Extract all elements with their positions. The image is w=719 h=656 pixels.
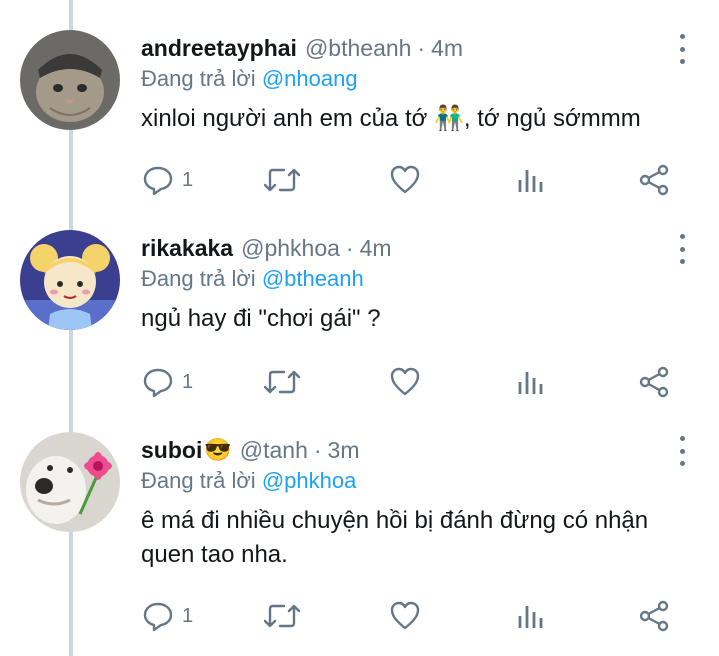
timestamp[interactable]: 4m <box>360 235 392 262</box>
more-vertical-icon[interactable] <box>675 436 689 466</box>
replying-to-line: Đang trả lời @phkhoa <box>141 468 356 494</box>
analytics-button[interactable] <box>515 160 547 200</box>
display-name[interactable]: andreetayphai <box>141 35 297 62</box>
avatar[interactable] <box>20 30 120 130</box>
analytics-bars-icon <box>518 606 543 628</box>
reply-button[interactable]: 1 <box>142 362 193 402</box>
cat-avatar-image <box>20 30 120 130</box>
replying-to-line: Đang trả lời @nhoang <box>141 66 358 92</box>
action-bar: 1 <box>0 160 719 200</box>
analytics-bars-icon <box>518 372 543 394</box>
display-name[interactable]: rikakaka <box>141 235 233 262</box>
retweet-button[interactable] <box>264 596 300 636</box>
cartoon-girl-avatar-image <box>20 230 120 330</box>
reply-bubble-icon <box>143 368 173 398</box>
reply-count: 1 <box>182 370 194 393</box>
reply-button[interactable]: 1 <box>142 596 193 636</box>
heart-icon <box>390 165 420 194</box>
share-button[interactable] <box>638 596 670 636</box>
analytics-button[interactable] <box>515 362 547 402</box>
retweet-icon <box>264 370 300 394</box>
replying-prefix: Đang trả lời <box>141 266 256 291</box>
action-bar: 1 <box>0 596 719 636</box>
more-vertical-icon[interactable] <box>675 234 689 264</box>
retweet-icon <box>264 168 300 192</box>
share-icon <box>639 164 669 196</box>
reply-count: 1 <box>182 168 194 191</box>
more-vertical-icon[interactable] <box>675 34 689 64</box>
replying-prefix: Đang trả lời <box>141 66 256 91</box>
user-handle[interactable]: @tanh <box>240 437 308 464</box>
replying-to-line: Đang trả lời @btheanh <box>141 266 364 292</box>
tweet-text: ê má đi nhiều chuyện hồi bị đánh đừng có… <box>141 507 649 568</box>
tweet-header: andreetayphai @btheanh · 4m <box>141 30 463 66</box>
separator-dot: · <box>313 436 322 463</box>
like-button[interactable] <box>389 160 421 200</box>
display-name[interactable]: suboi <box>141 437 202 464</box>
analytics-bars-icon <box>518 170 543 192</box>
like-button[interactable] <box>389 596 421 636</box>
separator-dot: · <box>345 234 354 261</box>
mention-link[interactable]: @nhoang <box>262 66 358 91</box>
user-handle[interactable]: @phkhoa <box>241 235 340 262</box>
tweet-text: ngủ hay đi "chơi gái" ? <box>141 305 381 332</box>
separator-dot: · <box>417 34 426 61</box>
heart-icon <box>390 367 420 396</box>
avatar[interactable] <box>20 230 120 330</box>
share-button[interactable] <box>638 362 670 402</box>
avatar[interactable] <box>20 432 120 532</box>
reply-bubble-icon <box>143 166 173 196</box>
retweet-button[interactable] <box>264 362 300 402</box>
replying-prefix: Đang trả lời <box>141 468 256 493</box>
mention-link[interactable]: @phkhoa <box>262 468 357 493</box>
reply-count: 1 <box>182 604 194 627</box>
share-button[interactable] <box>638 160 670 200</box>
reply-bubble-icon <box>143 602 173 632</box>
name-emoji: 😎 <box>204 437 232 462</box>
reply-button[interactable]: 1 <box>142 160 193 200</box>
retweet-button[interactable] <box>264 160 300 200</box>
dog-with-flower-avatar-image <box>20 432 120 532</box>
tweet-header: rikakaka @phkhoa · 4m <box>141 230 392 266</box>
tweet-header: suboi 😎 @tanh · 3m <box>141 432 360 468</box>
analytics-button[interactable] <box>515 596 547 636</box>
timestamp[interactable]: 3m <box>328 437 360 464</box>
like-button[interactable] <box>389 362 421 402</box>
mention-link[interactable]: @btheanh <box>262 266 364 291</box>
heart-icon <box>390 601 420 630</box>
timestamp[interactable]: 4m <box>431 35 463 62</box>
share-icon <box>639 600 669 632</box>
action-bar: 1 <box>0 362 719 402</box>
share-icon <box>639 366 669 398</box>
user-handle[interactable]: @btheanh <box>305 35 412 62</box>
tweet-text: xinloi người anh em của tớ 👬, tớ ngủ sớm… <box>141 105 641 132</box>
retweet-icon <box>264 604 300 628</box>
